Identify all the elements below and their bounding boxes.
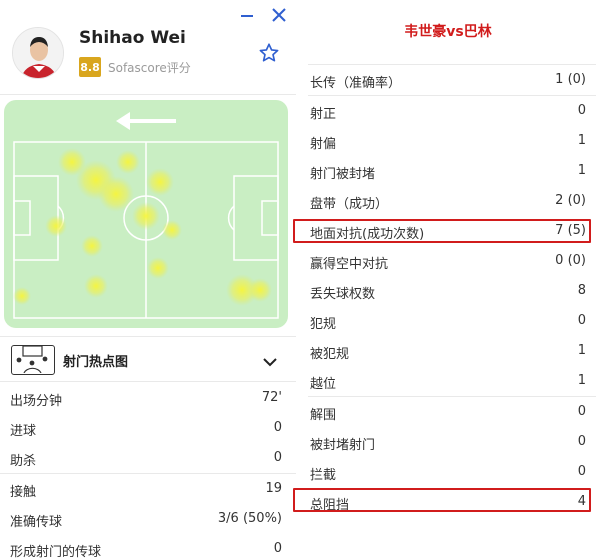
stat-value: 0 bbox=[273, 450, 282, 465]
stat-label: 犯规 bbox=[310, 317, 337, 332]
stat-label: 拦截 bbox=[310, 468, 337, 483]
rating-label: Sofascore评分 bbox=[108, 61, 191, 75]
stat-label: 解围 bbox=[310, 408, 337, 423]
stat-value: 2 (0) bbox=[555, 193, 586, 208]
stat-row-offsides: 越位 1 bbox=[308, 366, 594, 396]
stat-value: 1 bbox=[577, 163, 586, 178]
stat-label: 助杀 bbox=[10, 454, 37, 469]
highlight-total-blocks bbox=[293, 488, 591, 512]
stat-row-clearances: 解围 0 bbox=[308, 397, 594, 427]
stat-value: 0 bbox=[577, 464, 586, 479]
stat-value: 1 (0) bbox=[555, 72, 586, 87]
stat-label: 越位 bbox=[310, 377, 337, 392]
stat-label: 接触 bbox=[10, 485, 37, 500]
stat-value: 8 bbox=[577, 283, 586, 298]
stat-label: 出场分钟 bbox=[10, 394, 63, 409]
stat-label: 进球 bbox=[10, 424, 37, 439]
stat-label: 射门被封堵 bbox=[310, 167, 376, 182]
stat-row-interceptions: 拦截 0 bbox=[308, 457, 594, 487]
window-controls bbox=[238, 6, 288, 24]
stat-value: 3/6 (50%) bbox=[217, 511, 282, 526]
stat-value: 19 bbox=[265, 481, 282, 496]
shotmap-toggle[interactable]: 射门热点图 bbox=[0, 336, 296, 382]
stat-value: 0 bbox=[577, 434, 586, 449]
stat-label: 长传（准确率） bbox=[310, 76, 402, 91]
stat-label: 丢失球权数 bbox=[310, 287, 376, 302]
header-divider bbox=[0, 94, 296, 95]
stat-label: 被犯规 bbox=[310, 347, 350, 362]
stat-row-shots-on-target: 射正 0 bbox=[308, 96, 594, 126]
highlight-ground-duels bbox=[293, 219, 591, 243]
stat-row-touches: 接触 19 bbox=[0, 474, 296, 504]
stat-value: 0 bbox=[577, 103, 586, 118]
stat-value: 72' bbox=[261, 390, 282, 405]
stat-label: 赢得空中对抗 bbox=[310, 257, 389, 272]
stat-label: 射正 bbox=[310, 107, 337, 122]
player-avatar bbox=[12, 27, 64, 79]
close-icon[interactable] bbox=[270, 6, 288, 24]
rating-badge: 8.8 bbox=[79, 57, 101, 77]
stat-row-shots-blocked: 射门被封堵 1 bbox=[308, 156, 594, 186]
stat-value: 0 (0) bbox=[555, 253, 586, 268]
attack-direction-icon bbox=[116, 112, 176, 130]
stat-value: 0 bbox=[577, 404, 586, 419]
stat-row-key-passes: 形成射门的传球 0 bbox=[0, 534, 296, 558]
stat-row-fouls: 犯规 0 bbox=[308, 306, 594, 336]
stat-row-accurate-passes: 准确传球 3/6 (50%) bbox=[0, 504, 296, 534]
stat-label: 射偏 bbox=[310, 137, 337, 152]
minimize-icon[interactable] bbox=[238, 6, 256, 24]
stat-label: 被封堵射门 bbox=[310, 438, 376, 453]
stat-row-blocked-shots: 被封堵射门 0 bbox=[308, 427, 594, 457]
stat-row-was-fouled: 被犯规 1 bbox=[308, 336, 594, 366]
stat-value: 1 bbox=[577, 343, 586, 358]
stat-row-goals: 进球 0 bbox=[0, 413, 296, 443]
stat-value: 1 bbox=[577, 133, 586, 148]
heatmap bbox=[4, 100, 288, 328]
stat-row-dribbles: 盘带（成功） 2 (0) bbox=[308, 186, 594, 216]
player-name: Shihao Wei bbox=[79, 28, 186, 48]
stat-value: 0 bbox=[577, 313, 586, 328]
stat-row-possession-lost: 丢失球权数 8 bbox=[308, 276, 594, 306]
stat-row-long-balls: 长传（准确率） 1 (0) bbox=[308, 65, 594, 95]
chevron-down-icon[interactable] bbox=[262, 353, 278, 367]
shotmap-icon bbox=[11, 345, 55, 375]
stats-panel: 韦世豪vs巴林 长传（准确率） 1 (0) 射正 0 射偏 1 射门被封堵 1 … bbox=[296, 0, 600, 558]
stat-label: 准确传球 bbox=[10, 515, 63, 530]
stat-row-minutes: 出场分钟 72' bbox=[0, 383, 296, 413]
panel-title: 韦世豪vs巴林 bbox=[404, 24, 492, 40]
stat-label: 形成射门的传球 bbox=[10, 545, 102, 558]
player-panel: Shihao Wei 8.8 Sofascore评分 射门热点图 出场分钟 72… bbox=[0, 0, 296, 558]
stat-value: 1 bbox=[577, 373, 586, 388]
star-icon[interactable] bbox=[258, 42, 280, 64]
heat-spots bbox=[13, 148, 272, 306]
stat-row-aerial-duels: 赢得空中对抗 0 (0) bbox=[308, 246, 594, 276]
stat-row-shots-off-target: 射偏 1 bbox=[308, 126, 594, 156]
stat-value: 0 bbox=[273, 420, 282, 435]
stat-label: 盘带（成功） bbox=[310, 197, 389, 212]
stat-value: 0 bbox=[273, 541, 282, 556]
stat-row-assists: 助杀 0 bbox=[0, 443, 296, 473]
shotmap-label: 射门热点图 bbox=[63, 355, 129, 370]
